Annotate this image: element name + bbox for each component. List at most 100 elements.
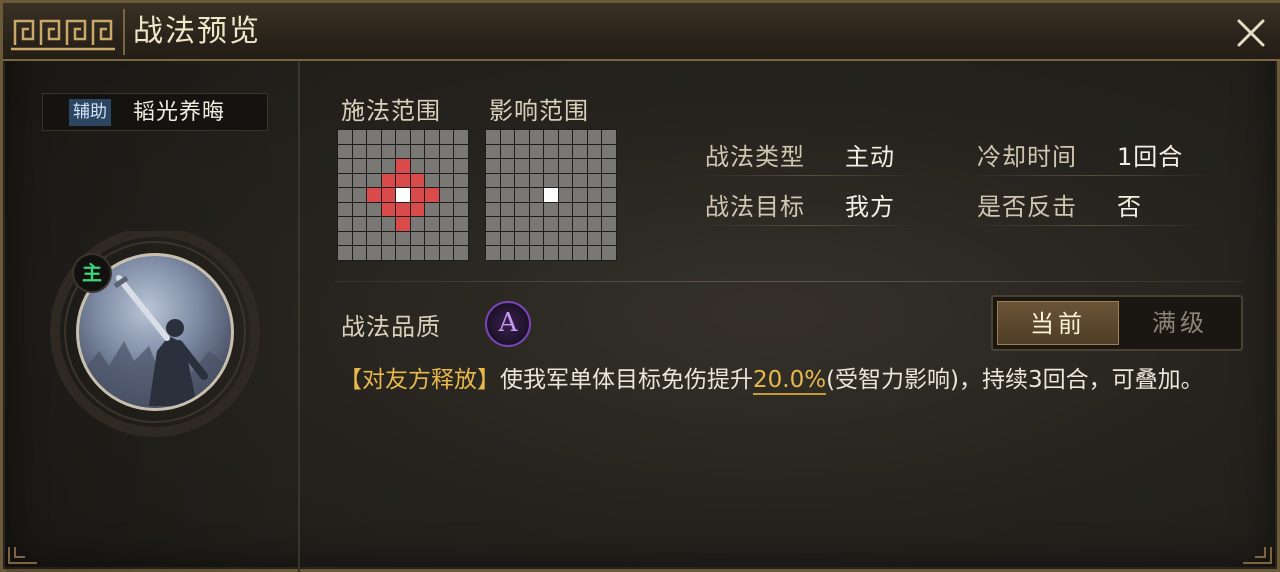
grid-cell bbox=[367, 217, 381, 231]
grid-cell bbox=[352, 173, 367, 188]
grid-cell bbox=[352, 130, 367, 144]
grid-cell bbox=[425, 217, 439, 231]
grid-cell bbox=[587, 231, 602, 246]
grid-cell bbox=[439, 144, 454, 159]
counter-value: 否 bbox=[1117, 193, 1142, 221]
grid-cell bbox=[529, 246, 544, 260]
grid-cell bbox=[381, 246, 396, 260]
cast-range-label: 施法范围 bbox=[341, 97, 441, 125]
grid-cell bbox=[602, 130, 616, 144]
grid-cell bbox=[454, 246, 468, 260]
grid-cell bbox=[573, 202, 587, 217]
grid-cell bbox=[515, 202, 529, 217]
grid-cell bbox=[500, 173, 515, 188]
grid-cell bbox=[486, 144, 500, 159]
grid-cell bbox=[367, 202, 381, 217]
grid-cell bbox=[558, 144, 573, 159]
grid-cell bbox=[410, 246, 425, 260]
grid-cell bbox=[352, 231, 367, 246]
grid-cell bbox=[500, 202, 515, 217]
grid-cell bbox=[515, 231, 529, 246]
grid-cell bbox=[352, 202, 367, 217]
grid-cell bbox=[602, 246, 616, 260]
skill-target-label: 战法目标 bbox=[705, 193, 805, 221]
grid-cell bbox=[573, 130, 587, 144]
grid-cell bbox=[544, 173, 558, 188]
grid-cell bbox=[396, 188, 410, 202]
grid-cell bbox=[352, 188, 367, 202]
grid-cell bbox=[410, 144, 425, 159]
grid-cell bbox=[425, 231, 439, 246]
grid-cell bbox=[367, 188, 381, 202]
skill-type-tag: 辅助 bbox=[69, 99, 111, 126]
description-text-1: 使我军单体目标免伤提升 bbox=[500, 367, 753, 393]
grid-cell bbox=[529, 144, 544, 159]
grid-cell bbox=[529, 217, 544, 231]
grid-cell bbox=[587, 246, 602, 260]
grid-cell bbox=[425, 144, 439, 159]
cooldown-label: 冷却时间 bbox=[977, 143, 1077, 171]
grid-cell bbox=[439, 202, 454, 217]
skill-type-value: 主动 bbox=[845, 143, 895, 171]
grid-cell bbox=[381, 159, 396, 173]
grid-cell bbox=[602, 144, 616, 159]
grid-cell bbox=[544, 231, 558, 246]
grid-cell bbox=[367, 173, 381, 188]
grid-cell bbox=[500, 188, 515, 202]
grid-cell bbox=[425, 188, 439, 202]
grid-cell bbox=[587, 217, 602, 231]
info-underline bbox=[699, 175, 919, 176]
grid-cell bbox=[515, 217, 529, 231]
grid-cell bbox=[367, 130, 381, 144]
current-level-button[interactable]: 当前 bbox=[997, 301, 1119, 345]
grid-cell bbox=[439, 217, 454, 231]
grid-cell bbox=[500, 231, 515, 246]
grid-cell bbox=[367, 144, 381, 159]
grid-cell bbox=[558, 130, 573, 144]
header-divider bbox=[123, 9, 125, 55]
grid-cell bbox=[558, 159, 573, 173]
grid-cell bbox=[544, 202, 558, 217]
cast-range-grid bbox=[337, 129, 469, 261]
grid-cell bbox=[439, 173, 454, 188]
grid-cell bbox=[558, 202, 573, 217]
max-level-button[interactable]: 满级 bbox=[1121, 301, 1239, 345]
grid-cell bbox=[338, 173, 352, 188]
grid-cell bbox=[486, 217, 500, 231]
grid-cell bbox=[381, 202, 396, 217]
skill-name: 韬光养晦 bbox=[133, 100, 226, 125]
grid-cell bbox=[602, 173, 616, 188]
grid-cell bbox=[367, 246, 381, 260]
effect-range-label: 影响范围 bbox=[489, 97, 589, 125]
grid-cell bbox=[396, 246, 410, 260]
grid-cell bbox=[410, 217, 425, 231]
grid-cell bbox=[486, 173, 500, 188]
grid-cell bbox=[454, 130, 468, 144]
grid-cell bbox=[529, 188, 544, 202]
grid-cell bbox=[486, 188, 500, 202]
grid-cell bbox=[500, 144, 515, 159]
grid-cell bbox=[367, 159, 381, 173]
grid-cell bbox=[381, 130, 396, 144]
section-divider bbox=[335, 281, 1243, 282]
grid-cell bbox=[602, 231, 616, 246]
grid-cell bbox=[558, 173, 573, 188]
grid-cell bbox=[396, 217, 410, 231]
cooldown-value: 1回合 bbox=[1117, 143, 1184, 171]
grid-cell bbox=[529, 231, 544, 246]
skill-preview-panel: 战法预览 辅助 韬光养晦 主 施法范围 影响范围 战法类型 主动 冷却时间 1回… bbox=[0, 0, 1280, 572]
grid-cell bbox=[573, 231, 587, 246]
grid-cell bbox=[500, 217, 515, 231]
counter-label: 是否反击 bbox=[977, 193, 1077, 221]
grid-cell bbox=[410, 130, 425, 144]
grid-cell bbox=[544, 246, 558, 260]
grid-cell bbox=[396, 202, 410, 217]
grid-cell bbox=[544, 159, 558, 173]
grid-cell bbox=[587, 173, 602, 188]
panel-header: 战法预览 bbox=[3, 3, 1280, 61]
grid-cell bbox=[515, 144, 529, 159]
grid-cell bbox=[338, 246, 352, 260]
close-icon[interactable] bbox=[1233, 15, 1269, 51]
skill-quality-label: 战法品质 bbox=[341, 313, 441, 341]
grid-cell bbox=[425, 130, 439, 144]
